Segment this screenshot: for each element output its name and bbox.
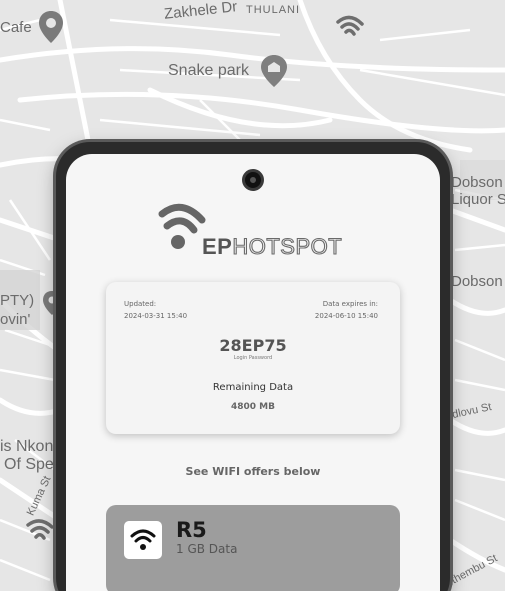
map-label-pty: PTY)	[0, 292, 35, 309]
offer-data-amount: 1 GB Data	[176, 542, 238, 556]
wifi-icon	[130, 529, 156, 550]
map-label-dobson: Dobson	[451, 273, 503, 290]
offer-icon-box	[124, 521, 162, 559]
hotspot-info-card: Updated: 2024-03-31 15:40 Data expires i…	[106, 282, 400, 434]
updated-label: Updated:	[124, 300, 157, 308]
map-label-nkon: is Nkon	[0, 438, 54, 455]
map-wifi-icon	[336, 15, 364, 36]
map-label-thulani: THULANI	[246, 4, 301, 16]
map-wifi-icon-2	[26, 519, 54, 540]
remaining-data-label: Remaining Data	[212, 382, 294, 393]
map-label-dobson-liquor-line2: Liquor S	[451, 191, 505, 208]
offer-price: R5	[176, 518, 207, 542]
brand-bold-text: EP	[202, 234, 233, 259]
logo-wifi-icon	[158, 203, 206, 249]
expires-date: 2024-06-10 15:40	[314, 312, 378, 320]
offers-heading: See WIFI offers below	[185, 465, 321, 478]
login-password-label: Login Password	[233, 355, 273, 361]
login-password-code: 28EP75	[219, 336, 287, 355]
app-brand-name: EPHOTSPOT	[202, 233, 343, 260]
phone-screen: EPHOTSPOT Updated: 2024-03-31 15:40 Data…	[66, 154, 440, 591]
map-label-of-spe: Of Spe	[4, 456, 54, 473]
brand-outline-text: HOTSPOT	[232, 233, 343, 259]
map-label-snake-park: Snake park	[168, 62, 249, 79]
wifi-offer-card[interactable]: R5 1 GB Data	[106, 505, 400, 591]
remaining-data-value: 4800 MB	[231, 402, 275, 412]
updated-date: 2024-03-31 15:40	[124, 312, 188, 320]
snake-park-pin-icon[interactable]	[260, 54, 288, 88]
map-label-dobson-liquor: Dobson	[451, 174, 503, 191]
map-label-cafe: Cafe	[0, 19, 32, 36]
front-camera	[242, 169, 264, 191]
map-label-lovin: ovin'	[0, 311, 31, 328]
expires-label: Data expires in:	[322, 300, 378, 308]
cafe-pin-icon[interactable]	[38, 10, 64, 44]
phone-frame: EPHOTSPOT Updated: 2024-03-31 15:40 Data…	[56, 142, 450, 591]
